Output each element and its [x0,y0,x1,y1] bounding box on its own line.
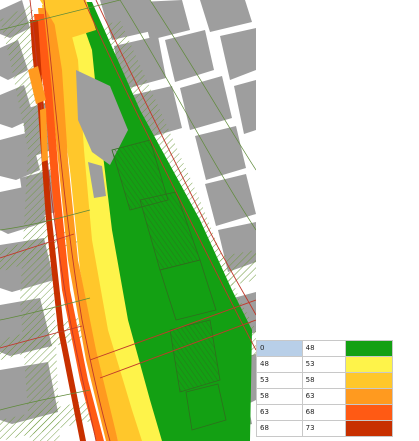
legend-to: 73 [301,420,347,437]
legend-from: 63 [256,404,303,421]
legend-to: 63 [301,388,347,405]
legend-row: 53 58 [256,372,393,389]
legend-row: 58 63 [256,388,393,405]
legend-swatch [345,420,393,437]
legend-row: 0 48 [256,340,393,357]
legend-swatch [345,340,393,357]
noise-legend: 0 48 48 53 53 58 58 63 63 68 68 73 [256,340,393,437]
legend-to: 48 [301,340,347,357]
legend-to: 53 [301,356,347,373]
legend-row: 63 68 [256,404,393,421]
legend-swatch [345,404,393,421]
legend-swatch [345,372,393,389]
legend-row: 68 73 [256,420,393,437]
legend-to: 58 [301,372,347,389]
legend-from: 53 [256,372,303,389]
legend-row: 48 53 [256,356,393,373]
legend-from: 0 [256,340,303,357]
legend-from: 48 [256,356,303,373]
legend-from: 68 [256,420,303,437]
legend-to: 68 [301,404,347,421]
legend-swatch [345,356,393,373]
legend-swatch [345,388,393,405]
legend-from: 58 [256,388,303,405]
